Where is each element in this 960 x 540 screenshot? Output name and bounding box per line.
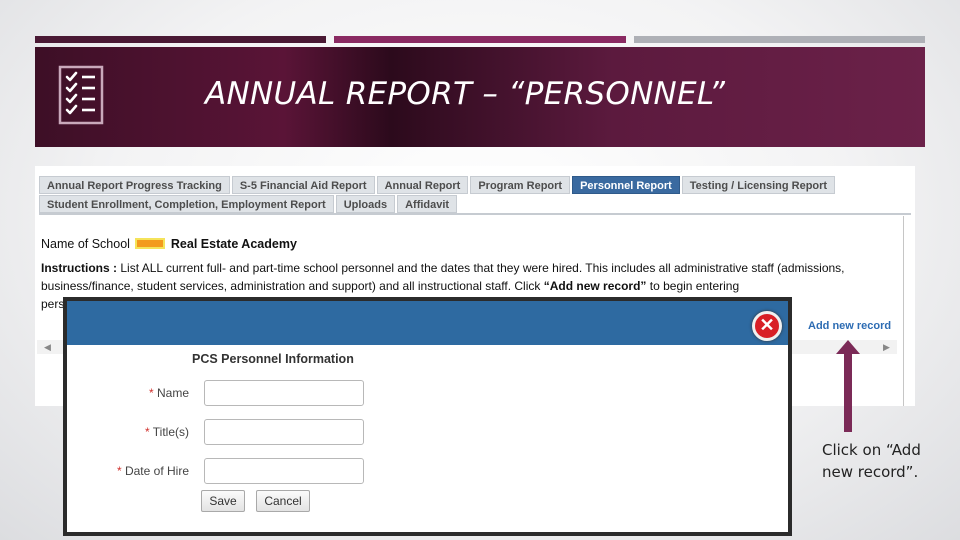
- tab-annual-report[interactable]: Annual Report: [376, 176, 469, 194]
- vertical-scrollbar[interactable]: [903, 216, 911, 406]
- report-tabs-row-2: Student Enrollment, Completion, Employme…: [39, 195, 459, 213]
- required-marker: *: [116, 464, 122, 478]
- title-input[interactable]: [204, 419, 364, 445]
- title-label: * Title(s): [144, 425, 189, 439]
- school-name: Real Estate Academy: [170, 237, 297, 251]
- dialog-title: PCS Personnel Information: [192, 352, 354, 366]
- name-input[interactable]: [204, 380, 364, 406]
- cancel-button[interactable]: Cancel: [256, 490, 310, 512]
- tab-divider: [39, 213, 911, 215]
- instructions-cut-text: pers: [41, 297, 65, 311]
- personnel-info-dialog: ✕ PCS Personnel Information * Name * Tit…: [63, 297, 792, 536]
- close-icon[interactable]: ✕: [752, 311, 782, 341]
- add-new-record-link[interactable]: Add new record: [808, 320, 891, 332]
- instructions-text: Instructions : List ALL current full- an…: [41, 259, 901, 295]
- scroll-right-arrow-icon[interactable]: ▶: [883, 342, 890, 353]
- required-marker: *: [148, 386, 154, 400]
- tab-testing-licensing-report[interactable]: Testing / Licensing Report: [681, 176, 836, 194]
- callout-arrow-icon: [836, 340, 860, 432]
- checklist-icon: [58, 65, 104, 125]
- slide-title: ANNUAL REPORT – “PERSONNEL”: [205, 76, 726, 112]
- tab-program-report[interactable]: Program Report: [470, 176, 571, 194]
- instructions-tail: to begin entering: [649, 279, 740, 293]
- redaction-highlight: [135, 238, 166, 249]
- save-button[interactable]: Save: [201, 490, 245, 512]
- tab-personnel-report[interactable]: Personnel Report: [572, 176, 680, 194]
- accent-bar-magenta: [334, 36, 626, 43]
- scroll-left-arrow-icon[interactable]: ◀: [44, 342, 51, 353]
- report-tabs-row-1: Annual Report Progress Tracking S-5 Fina…: [39, 176, 837, 194]
- instructions-label: Instructions :: [41, 261, 118, 275]
- date-of-hire-input[interactable]: [204, 458, 364, 484]
- date-of-hire-label: * Date of Hire: [116, 464, 189, 478]
- tab-annual-report-progress-tracking[interactable]: Annual Report Progress Tracking: [39, 176, 230, 194]
- name-label: * Name: [148, 386, 189, 400]
- accent-bar-dark: [35, 36, 326, 43]
- accent-bar-gray: [634, 36, 925, 43]
- tab-uploads[interactable]: Uploads: [335, 195, 396, 213]
- dialog-header: [67, 301, 788, 345]
- school-label: Name of School: [41, 237, 130, 251]
- tab-s5-financial-aid-report[interactable]: S-5 Financial Aid Report: [231, 176, 375, 194]
- instructions-link-ref: “Add new record”: [543, 279, 647, 293]
- tab-affidavit[interactable]: Affidavit: [397, 195, 458, 213]
- school-name-line: Name of School Real Estate Academy: [41, 237, 297, 251]
- callout-text: Click on “Add new record”.: [822, 441, 921, 481]
- required-marker: *: [144, 425, 150, 439]
- tab-student-enrollment-report[interactable]: Student Enrollment, Completion, Employme…: [39, 195, 334, 213]
